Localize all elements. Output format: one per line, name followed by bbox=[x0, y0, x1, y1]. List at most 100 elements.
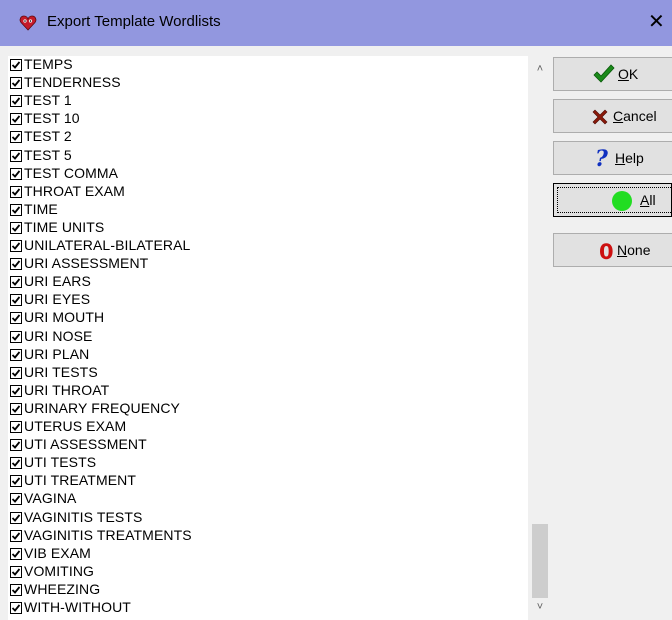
ok-button[interactable]: OK bbox=[553, 57, 672, 91]
item-checkbox[interactable] bbox=[10, 221, 22, 234]
item-label: TENDERNESS bbox=[24, 74, 121, 91]
item-label: TEST COMMA bbox=[24, 164, 119, 181]
list-item[interactable]: URI EYES bbox=[8, 291, 528, 309]
list-item[interactable]: UTERUS EXAM bbox=[8, 418, 528, 436]
item-checkbox[interactable] bbox=[10, 511, 22, 524]
checkmark-icon bbox=[593, 64, 615, 89]
list-scrollbar[interactable]: ˄ ˅ bbox=[528, 56, 552, 620]
list-item[interactable]: URI NOSE bbox=[8, 328, 528, 346]
item-checkbox[interactable] bbox=[10, 185, 22, 198]
item-label: TEST 1 bbox=[24, 92, 72, 109]
list-item[interactable]: TEST 2 bbox=[8, 128, 528, 146]
red-zero-icon: 0 bbox=[599, 239, 614, 268]
window-frame bbox=[0, 46, 8, 620]
list-item[interactable]: TEST 1 bbox=[8, 92, 528, 110]
item-checkbox[interactable] bbox=[10, 59, 22, 71]
list-item[interactable]: VAGINITIS TREATMENTS bbox=[8, 527, 528, 545]
list-item[interactable]: VIB EXAM bbox=[8, 545, 528, 563]
item-label: URI EYES bbox=[24, 291, 91, 308]
item-label: TIME bbox=[24, 200, 58, 217]
list-item[interactable]: URI TESTS bbox=[8, 364, 528, 382]
list-item[interactable]: TIME UNITS bbox=[8, 219, 528, 237]
item-label: VIB EXAM bbox=[24, 544, 91, 561]
list-item[interactable]: TEST 10 bbox=[8, 110, 528, 128]
list-item[interactable]: URI ASSESSMENT bbox=[8, 255, 528, 273]
none-button[interactable]: 0 None bbox=[553, 233, 672, 267]
list-item[interactable]: UTI TESTS bbox=[8, 454, 528, 472]
list-item[interactable]: UTI ASSESSMENT bbox=[8, 436, 528, 454]
item-label: URI TESTS bbox=[24, 363, 98, 380]
list-item[interactable]: THROAT EXAM bbox=[8, 183, 528, 201]
item-checkbox[interactable] bbox=[10, 457, 22, 470]
list-item[interactable]: URI MOUTH bbox=[8, 309, 528, 327]
item-checkbox[interactable] bbox=[10, 583, 22, 596]
item-checkbox[interactable] bbox=[10, 149, 22, 162]
item-checkbox[interactable] bbox=[10, 366, 22, 379]
item-checkbox[interactable] bbox=[10, 167, 22, 180]
question-mark-icon: ? bbox=[594, 146, 610, 175]
help-button-label: Help bbox=[615, 150, 644, 166]
item-checkbox[interactable] bbox=[10, 421, 22, 433]
title-bar: Export Template Wordlists ✕ bbox=[0, 0, 672, 46]
list-item[interactable]: TEST 5 bbox=[8, 147, 528, 165]
app-heart-icon bbox=[19, 14, 37, 32]
item-checkbox[interactable] bbox=[10, 203, 22, 216]
list-item[interactable]: VAGINITIS TESTS bbox=[8, 509, 528, 527]
item-checkbox[interactable] bbox=[10, 240, 22, 252]
item-label: UTI TESTS bbox=[24, 454, 97, 471]
scroll-up-arrow-icon[interactable]: ˄ bbox=[528, 58, 552, 80]
item-label: UNILATERAL-BILATERAL bbox=[24, 237, 191, 253]
item-checkbox[interactable] bbox=[10, 493, 22, 506]
item-label: URI ASSESSMENT bbox=[24, 255, 149, 272]
item-checkbox[interactable] bbox=[10, 402, 22, 415]
window-title: Export Template Wordlists bbox=[47, 13, 221, 30]
item-checkbox[interactable] bbox=[10, 529, 22, 542]
item-label: UTERUS EXAM bbox=[24, 418, 127, 434]
list-item[interactable]: URI EARS bbox=[8, 273, 528, 291]
list-item[interactable]: UNILATERAL-BILATERAL bbox=[8, 237, 528, 255]
list-item[interactable]: TEST COMMA bbox=[8, 165, 528, 183]
list-item[interactable]: UTI TREATMENT bbox=[8, 472, 528, 490]
item-checkbox[interactable] bbox=[10, 348, 22, 361]
wordlist-checklist[interactable]: TEMPS TENDERNESS TEST 1 TEST 10 TEST 2 TEST 5… bbox=[8, 56, 528, 620]
list-item[interactable]: URI PLAN bbox=[8, 346, 528, 364]
item-checkbox[interactable] bbox=[10, 547, 22, 560]
cancel-button[interactable]: Cancel bbox=[553, 99, 672, 133]
item-checkbox[interactable] bbox=[10, 77, 22, 90]
item-label: VAGINITIS TESTS bbox=[24, 508, 143, 525]
item-checkbox[interactable] bbox=[10, 384, 22, 397]
item-checkbox[interactable] bbox=[10, 602, 22, 614]
list-item[interactable]: TENDERNESS bbox=[8, 74, 528, 92]
item-checkbox[interactable] bbox=[10, 312, 22, 325]
item-checkbox[interactable] bbox=[10, 294, 22, 307]
item-checkbox[interactable] bbox=[10, 276, 22, 289]
scroll-down-arrow-icon[interactable]: ˅ bbox=[528, 596, 552, 618]
list-item[interactable]: URI THROAT bbox=[8, 382, 528, 400]
item-checkbox[interactable] bbox=[10, 131, 22, 144]
close-icon[interactable]: ✕ bbox=[648, 11, 665, 33]
item-label: TEST 10 bbox=[24, 110, 80, 127]
list-item[interactable]: WITH-WITHOUT bbox=[8, 599, 528, 617]
x-mark-icon bbox=[591, 108, 609, 131]
item-checkbox[interactable] bbox=[10, 95, 22, 108]
scrollbar-thumb[interactable] bbox=[532, 524, 548, 598]
item-checkbox[interactable] bbox=[10, 565, 22, 578]
ok-button-label: OK bbox=[618, 66, 639, 82]
item-checkbox[interactable] bbox=[10, 330, 22, 343]
item-label: TEST 2 bbox=[24, 128, 72, 145]
item-checkbox[interactable] bbox=[10, 113, 22, 126]
item-label: URI EARS bbox=[24, 273, 91, 290]
list-item[interactable]: TEMPS bbox=[8, 56, 528, 74]
item-checkbox[interactable] bbox=[10, 475, 22, 488]
item-label: URI MOUTH bbox=[24, 309, 105, 326]
help-button[interactable]: ? Help bbox=[553, 141, 672, 175]
item-label: URI THROAT bbox=[24, 381, 110, 398]
list-item[interactable]: WHEEZING bbox=[8, 581, 528, 599]
list-item[interactable]: VAGINA bbox=[8, 490, 528, 508]
list-item[interactable]: VOMITING bbox=[8, 563, 528, 581]
list-item[interactable]: TIME bbox=[8, 201, 528, 219]
all-button[interactable]: All bbox=[553, 183, 672, 217]
item-checkbox[interactable] bbox=[10, 258, 22, 271]
list-item[interactable]: URINARY FREQUENCY bbox=[8, 400, 528, 418]
item-checkbox[interactable] bbox=[10, 439, 22, 452]
